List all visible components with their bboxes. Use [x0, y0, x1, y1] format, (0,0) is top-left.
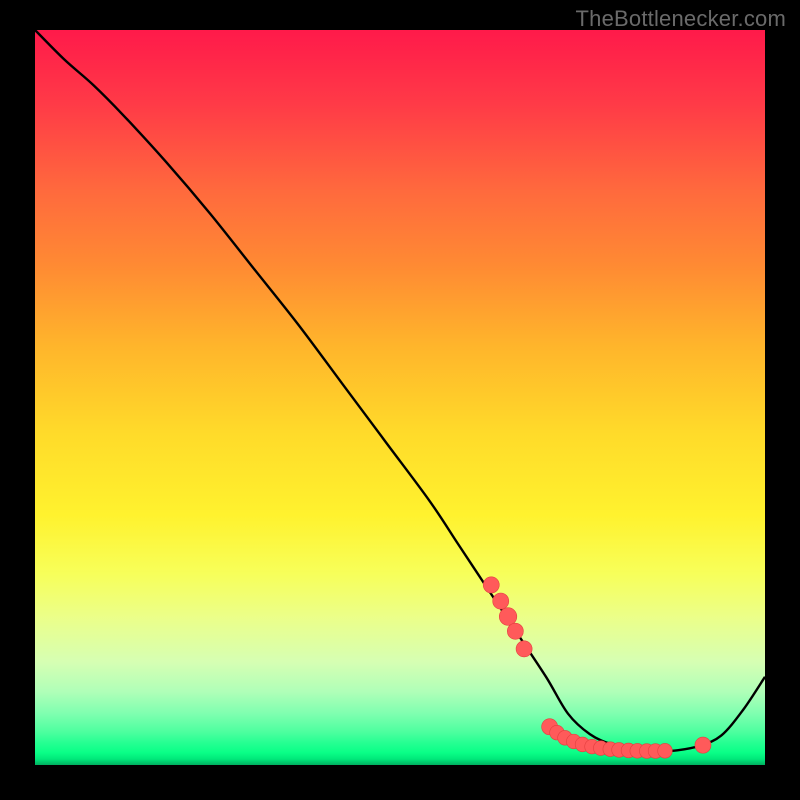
- curve-marker: [516, 641, 532, 657]
- plot-svg: [35, 30, 765, 765]
- curve-marker: [483, 577, 499, 593]
- chart-frame: TheBottlenecker.com: [0, 0, 800, 800]
- curve-marker: [695, 737, 711, 753]
- curve-marker: [493, 593, 509, 609]
- curve-marker: [507, 623, 523, 639]
- curve-marker: [658, 743, 673, 758]
- curve-marker: [499, 608, 517, 626]
- bottleneck-curve: [35, 30, 765, 751]
- plot-area: [35, 30, 765, 765]
- curve-markers: [483, 577, 711, 759]
- watermark-text: TheBottlenecker.com: [576, 6, 786, 32]
